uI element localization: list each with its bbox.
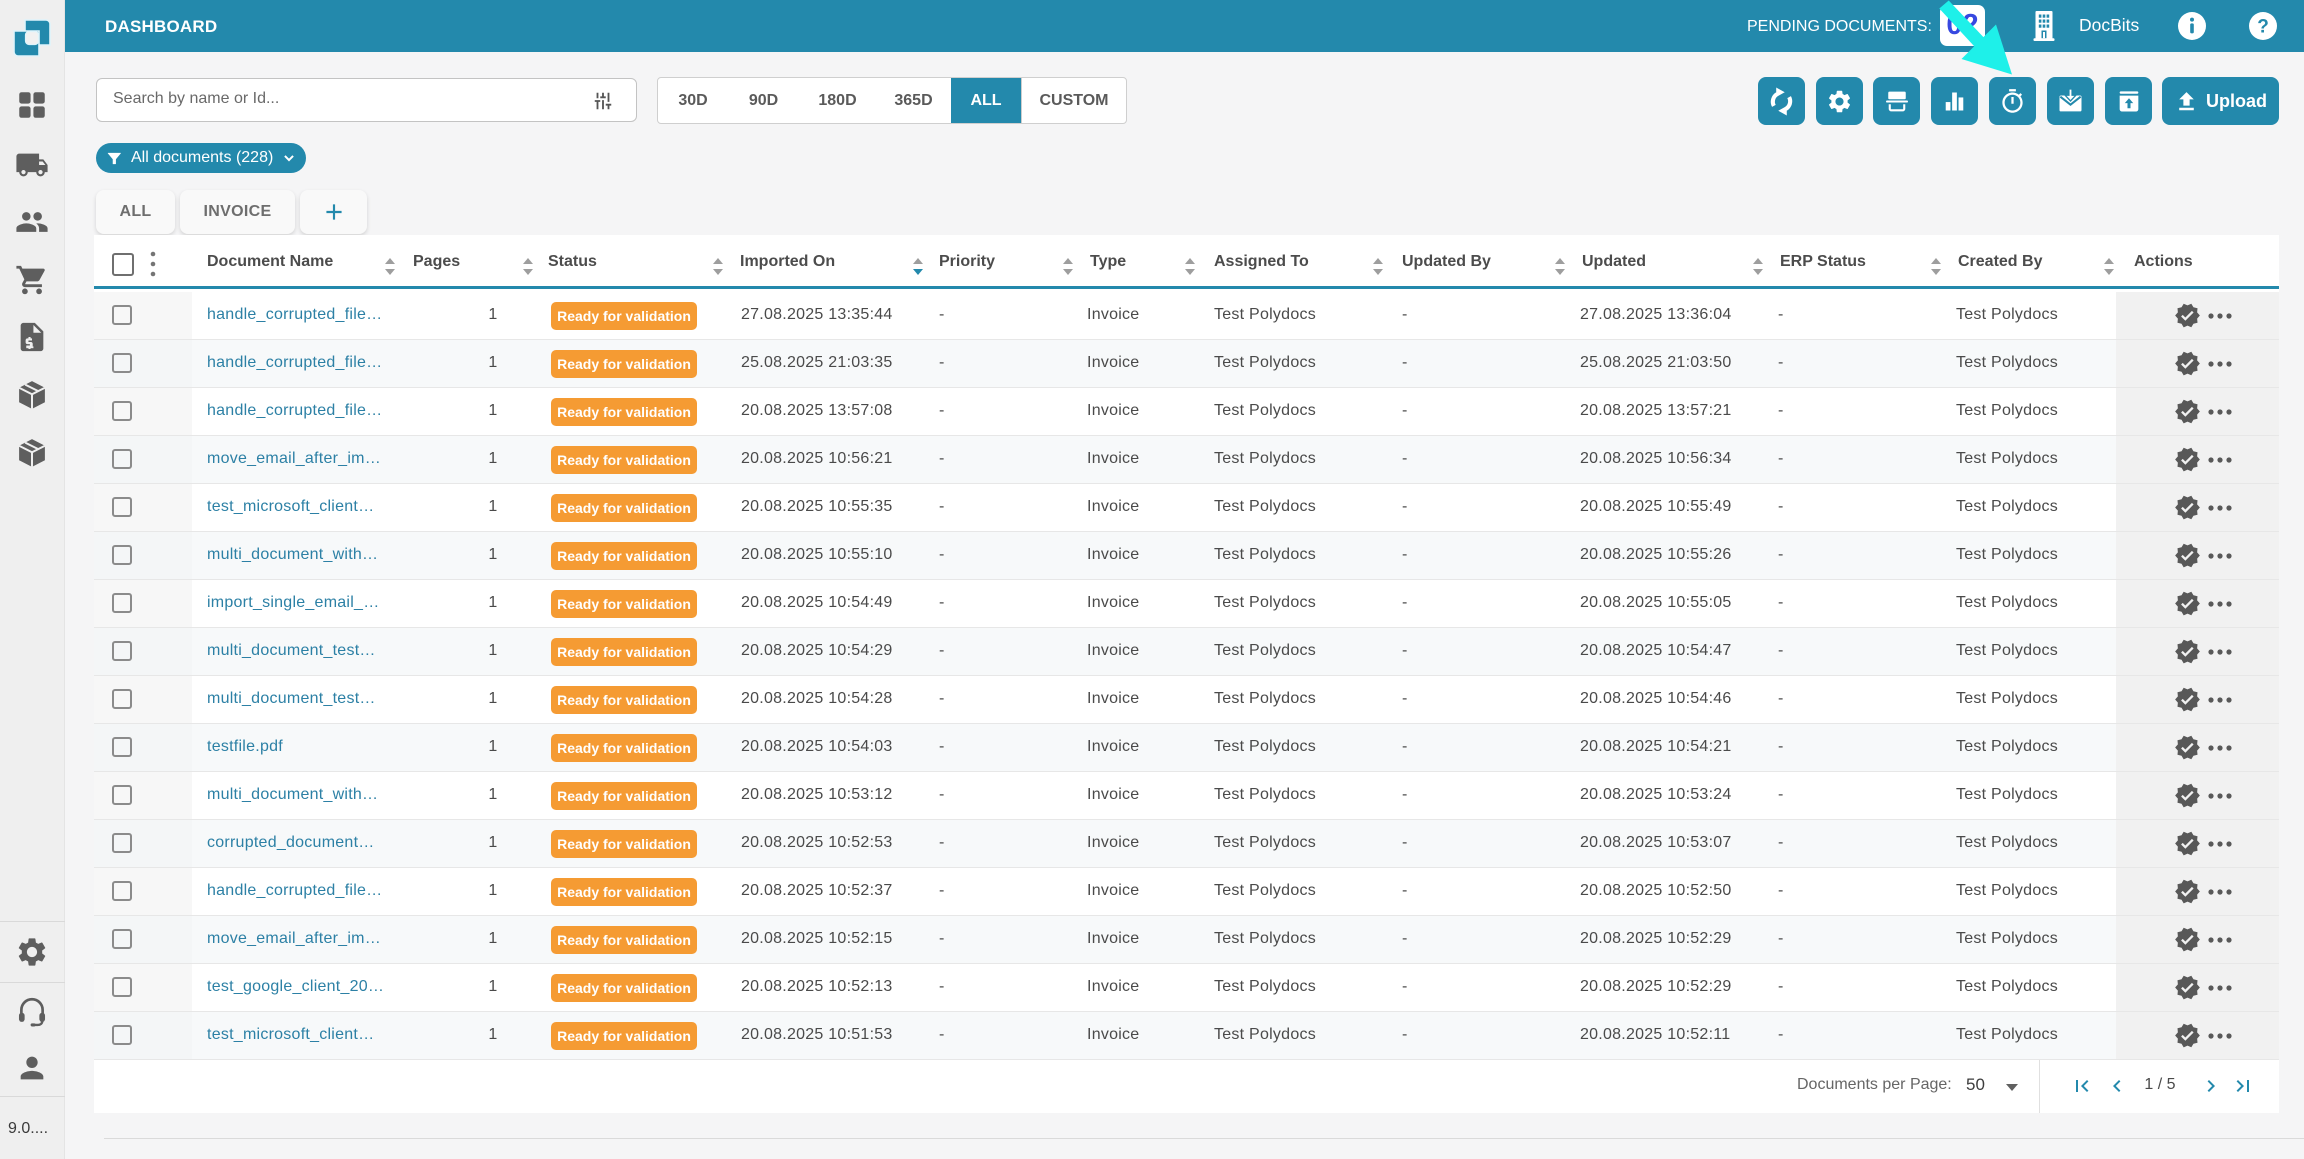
svg-text:?: ? [2257, 17, 2269, 38]
